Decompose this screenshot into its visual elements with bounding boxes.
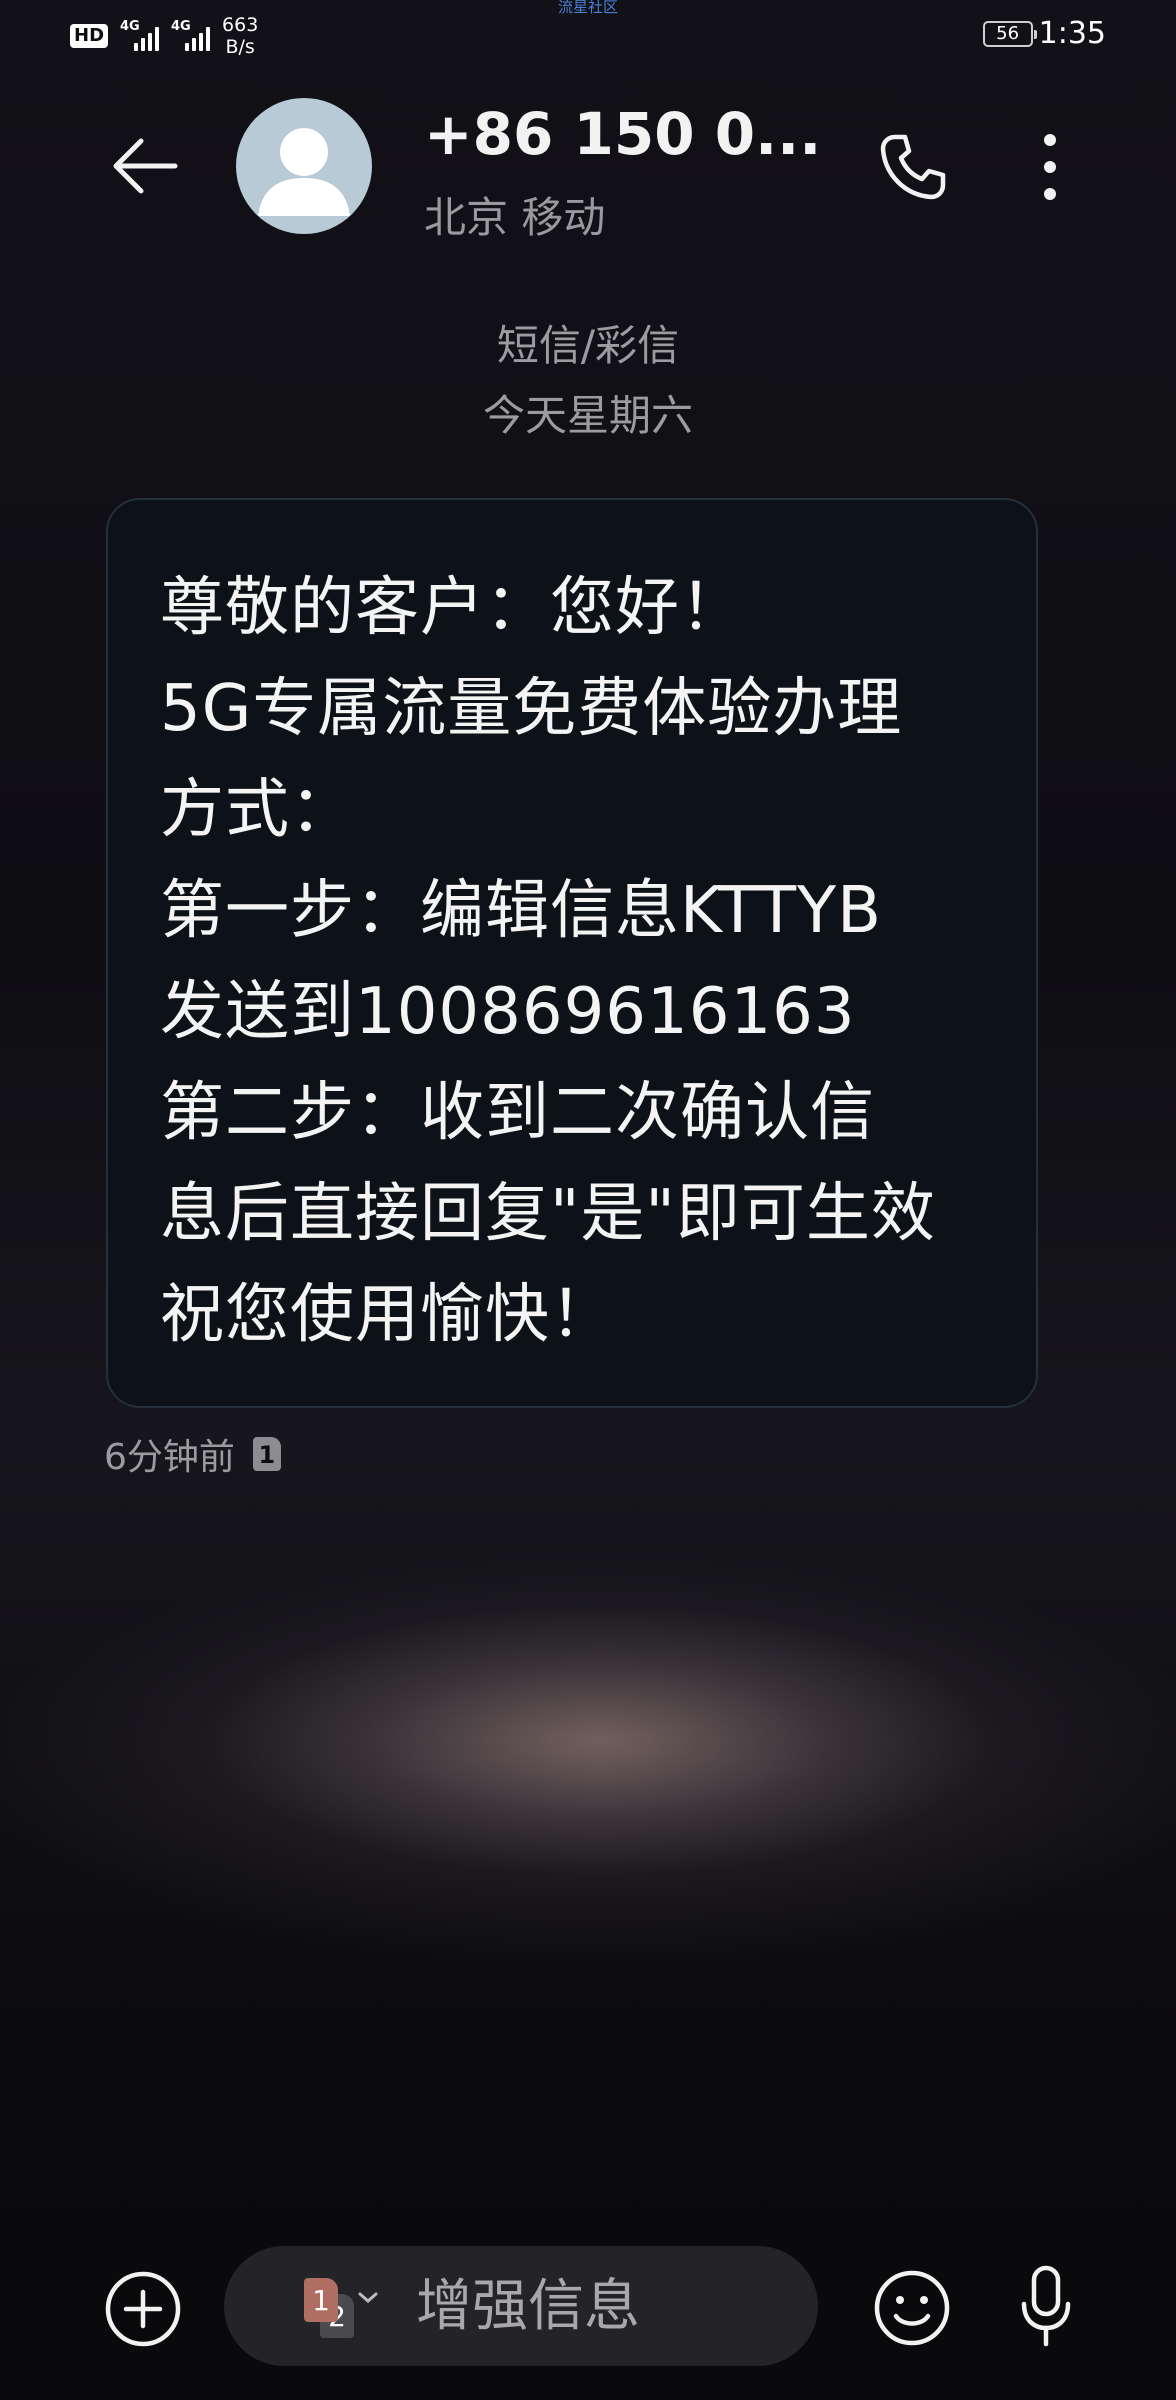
net-speed-unit: B/s	[225, 36, 255, 58]
hd-badge: HD	[70, 24, 109, 48]
add-attachment-button[interactable]	[100, 2266, 186, 2352]
microphone-icon	[1021, 2265, 1071, 2347]
contact-location: 北京 移动	[424, 193, 606, 242]
call-button[interactable]	[868, 122, 958, 212]
sim-switch-button[interactable]: 2 1	[276, 2274, 376, 2338]
message-meta: 6分钟前 1	[104, 1428, 281, 1480]
sim2-signal-icon: 4G	[171, 19, 211, 51]
battery-icon: 56	[982, 20, 1037, 47]
status-center-label: 流星社区	[557, 0, 618, 16]
sim1-signal-icon: 4G	[120, 19, 160, 51]
message-line: 息后直接回复"是"即可生效	[160, 1177, 936, 1251]
back-arrow-icon	[113, 138, 178, 194]
sim1-network-label: 4G	[120, 19, 140, 34]
status-right: 56 1:35	[982, 16, 1106, 51]
emoji-icon	[874, 2270, 950, 2346]
day-separator: 今天星期六	[482, 391, 693, 440]
status-left: HD 4G 4G 663 B/s	[70, 14, 258, 58]
emoji-button[interactable]	[866, 2262, 958, 2354]
message-line: 第一步：编辑信息KTTYB	[160, 874, 883, 948]
avatar[interactable]	[236, 98, 372, 234]
composer-bar: 2 1	[224, 2246, 818, 2366]
net-speed-value: 663	[222, 14, 259, 36]
add-circle-icon	[105, 2271, 181, 2347]
message-line: 方式：	[160, 773, 355, 847]
message-bubble[interactable]: 尊敬的客户：您好！ 5G专属流量免费体验办理 方式： 第一步：编辑信息KTTYB…	[106, 498, 1038, 1408]
back-button[interactable]	[98, 120, 190, 212]
sim-card-icon: 1	[252, 1437, 281, 1471]
message-line: 5G专属流量免费体验办理	[160, 672, 903, 746]
message-input[interactable]	[416, 2246, 796, 2366]
more-options-button[interactable]	[1010, 122, 1090, 212]
net-speed: 663 B/s	[222, 14, 258, 58]
message-type-label: 短信/彩信	[496, 321, 680, 370]
contact-name[interactable]: +86 150 0...	[424, 100, 821, 168]
phone-icon	[880, 134, 946, 200]
status-bar: HD 4G 4G 663 B/s 流星社区 56 1:35	[0, 0, 1176, 70]
message-line: 第二步：收到二次确认信	[160, 1076, 875, 1150]
message-line: 尊敬的客户：您好！	[160, 571, 745, 645]
voice-input-button[interactable]	[1000, 2256, 1092, 2356]
message-line: 发送到100869616163	[160, 975, 856, 1049]
screen: HD 4G 4G 663 B/s 流星社区 56 1:35 +86 150 0.…	[0, 0, 1176, 2400]
sim2-network-label: 4G	[171, 19, 191, 34]
sim-primary-icon: 1	[304, 2278, 338, 2322]
avatar-person-icon	[258, 128, 350, 216]
more-vertical-icon	[1044, 134, 1056, 200]
message-line: 祝您使用愉快！	[160, 1278, 615, 1352]
status-time: 1:35	[1038, 16, 1106, 51]
message-timestamp: 6分钟前	[104, 1437, 235, 1478]
chevron-down-icon[interactable]	[356, 2290, 380, 2306]
conversation-header: +86 150 0... 北京 移动	[0, 90, 1176, 250]
